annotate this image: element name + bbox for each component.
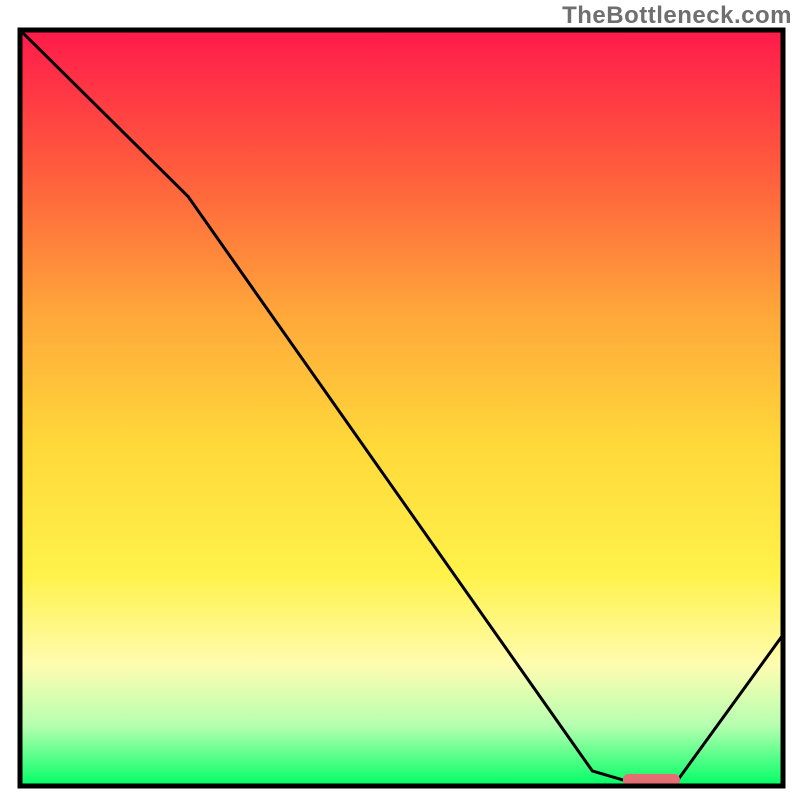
plot-area <box>20 30 783 786</box>
watermark-text: TheBottleneck.com <box>562 2 792 30</box>
chart-stage: TheBottleneck.com <box>0 0 800 800</box>
bottleneck-chart <box>0 0 800 800</box>
